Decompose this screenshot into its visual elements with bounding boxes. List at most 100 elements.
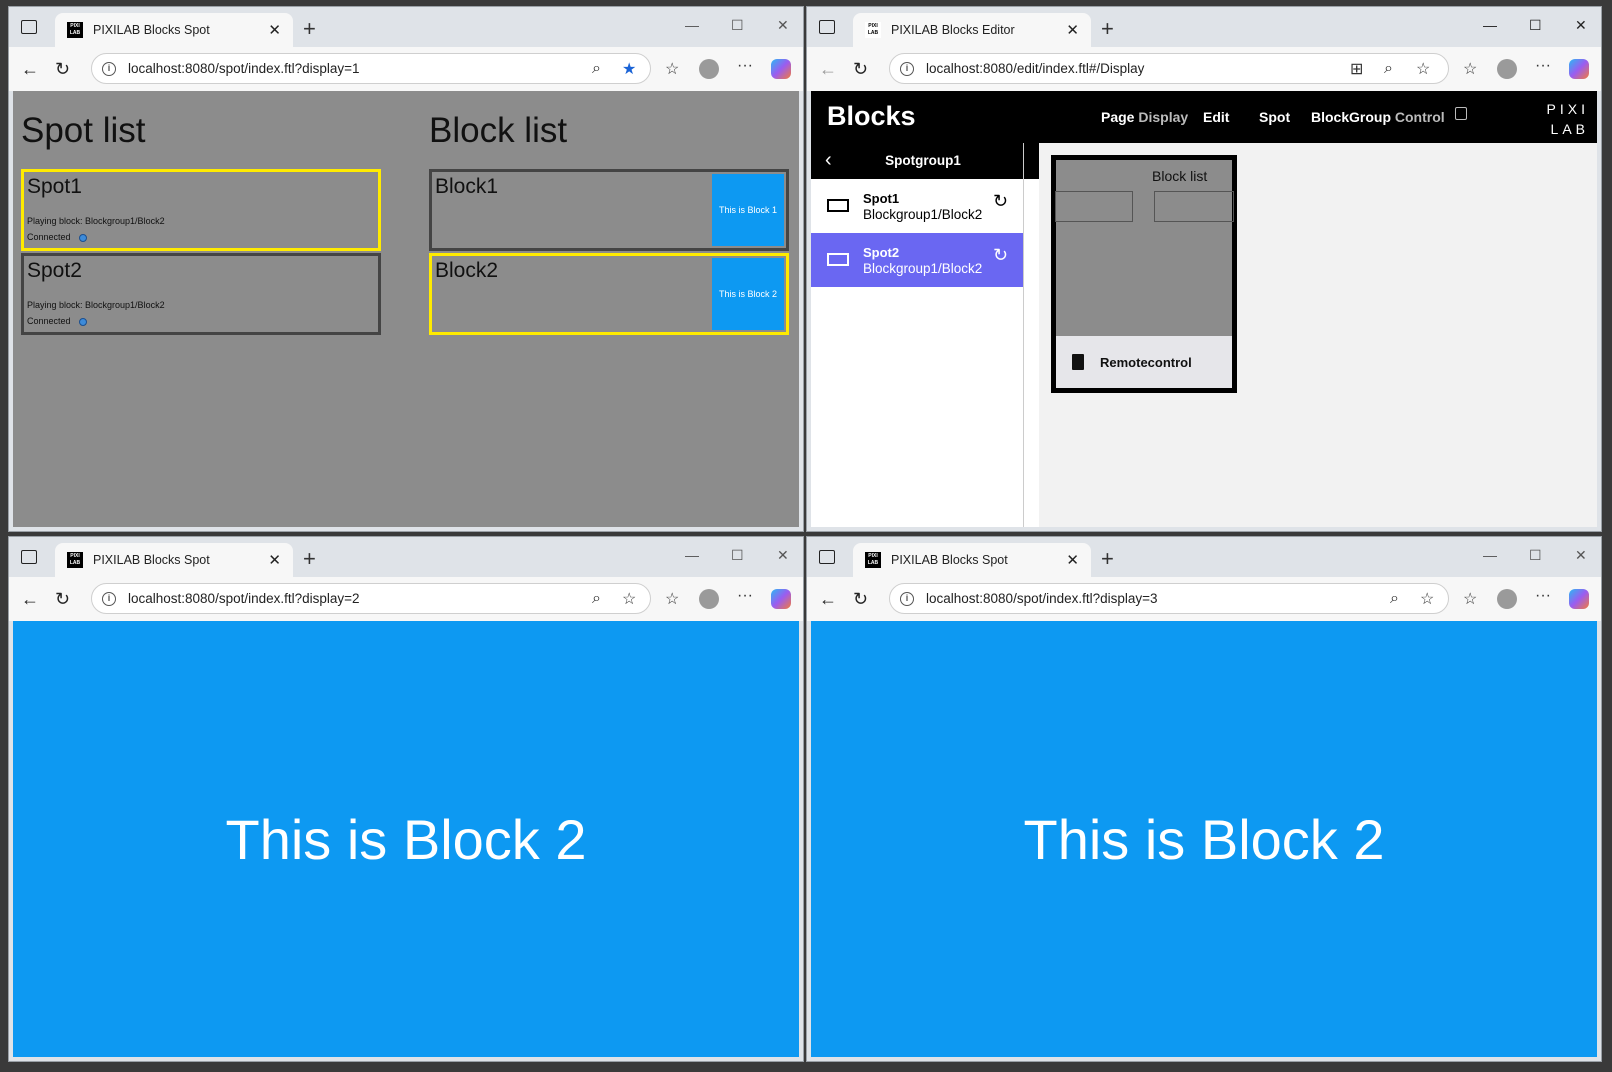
back-arrow-icon[interactable]: ← xyxy=(21,589,39,610)
site-info-icon[interactable]: i xyxy=(900,61,914,76)
site-info-icon[interactable]: i xyxy=(102,591,116,606)
more-menu-icon[interactable]: ··· xyxy=(737,57,753,75)
spot-item-block: Blockgroup1/Block2 xyxy=(863,207,983,222)
browser-tab[interactable]: PIXI LAB PIXILAB Blocks Spot ✕ xyxy=(853,543,1091,577)
browser-tab[interactable]: PIXI LAB PIXILAB Blocks Editor ✕ xyxy=(853,13,1091,47)
new-tab-icon[interactable]: + xyxy=(1101,16,1114,42)
sidebar-item-spot1[interactable]: Spot1 Blockgroup1/Block2 ↻ xyxy=(811,179,1023,233)
tab-actions-icon[interactable] xyxy=(819,550,835,564)
close-tab-icon[interactable]: ✕ xyxy=(268,21,281,39)
tab-bar: PIXI LAB PIXILAB Blocks Spot ✕ + — ☐ ✕ xyxy=(807,537,1601,577)
copilot-icon[interactable] xyxy=(1569,589,1589,609)
copilot-icon[interactable] xyxy=(771,589,791,609)
pixilab-brand: PIXI LAB xyxy=(1547,99,1589,139)
close-tab-icon[interactable]: ✕ xyxy=(1066,21,1079,39)
browser-tab[interactable]: PIXI LAB PIXILAB Blocks Spot ✕ xyxy=(55,543,293,577)
refresh-icon[interactable]: ↻ xyxy=(55,589,70,610)
new-tab-icon[interactable]: + xyxy=(1101,546,1114,572)
url-field[interactable]: i localhost:8080/spot/index.ftl?display=… xyxy=(889,583,1449,614)
back-arrow-icon[interactable]: ← xyxy=(819,589,837,610)
maximize-icon[interactable]: ☐ xyxy=(731,17,744,34)
maximize-icon[interactable]: ☐ xyxy=(1529,17,1542,34)
reload-icon[interactable]: ↻ xyxy=(993,191,1008,212)
profile-avatar[interactable] xyxy=(699,589,719,609)
back-arrow-icon[interactable]: ← xyxy=(21,59,39,80)
zoom-icon[interactable]: ⌕ xyxy=(592,590,601,608)
close-tab-icon[interactable]: ✕ xyxy=(268,551,281,569)
refresh-icon[interactable]: ↻ xyxy=(55,59,70,80)
spot-card-spot2[interactable]: Spot2 Playing block: Blockgroup1/Block2 … xyxy=(21,253,381,335)
nav-block[interactable]: Block xyxy=(1311,109,1349,125)
profile-avatar[interactable] xyxy=(699,59,719,79)
close-window-icon[interactable]: ✕ xyxy=(777,547,789,564)
favorite-star-icon[interactable]: ☆ xyxy=(622,589,636,609)
tab-bar: PIXI LAB PIXILAB Blocks Spot ✕ + — ☐ ✕ xyxy=(9,537,803,577)
copilot-icon[interactable] xyxy=(771,59,791,79)
copilot-icon[interactable] xyxy=(1569,59,1589,79)
remotecontrol-label: Remotecontrol xyxy=(1100,355,1192,370)
playing-block-text: Playing block: Blockgroup1/Block2 xyxy=(27,216,165,226)
remotecontrol-bar[interactable]: Remotecontrol xyxy=(1056,336,1232,388)
pixilab-favicon-icon: PIXI LAB xyxy=(67,22,83,38)
url-field[interactable]: i localhost:8080/edit/index.ftl#/Display… xyxy=(889,53,1449,84)
nav-page-display[interactable]: Page Display xyxy=(1101,109,1188,125)
minimize-icon[interactable]: — xyxy=(1483,547,1497,563)
close-window-icon[interactable]: ✕ xyxy=(1575,547,1587,564)
favorite-star-filled-icon[interactable]: ★ xyxy=(622,59,636,79)
address-bar-row: ← ↻ i localhost:8080/spot/index.ftl?disp… xyxy=(9,47,803,91)
site-info-icon[interactable]: i xyxy=(102,61,116,76)
connection-status: Connected xyxy=(27,232,87,242)
maximize-icon[interactable]: ☐ xyxy=(1529,547,1542,564)
tab-title: PIXILAB Blocks Editor xyxy=(891,23,1015,37)
favorite-star-icon[interactable]: ☆ xyxy=(1416,59,1430,79)
refresh-icon[interactable]: ↻ xyxy=(853,59,868,80)
new-tab-icon[interactable]: + xyxy=(303,546,316,572)
app-available-icon[interactable]: ⊞ xyxy=(1350,59,1363,79)
spot-card-spot1[interactable]: Spot1 Playing block: Blockgroup1/Block2 … xyxy=(21,169,381,251)
sidebar-item-spot2[interactable]: Spot2 Blockgroup1/Block2 ↻ xyxy=(811,233,1023,287)
url-field[interactable]: i localhost:8080/spot/index.ftl?display=… xyxy=(91,53,651,84)
lock-icon[interactable] xyxy=(1455,107,1467,120)
favorite-star-icon[interactable]: ☆ xyxy=(1420,589,1434,609)
favorites-icon[interactable]: ☆ xyxy=(1463,589,1477,609)
favorites-icon[interactable]: ☆ xyxy=(1463,59,1477,79)
minimize-icon[interactable]: — xyxy=(685,547,699,563)
block-card-block1[interactable]: Block1 This is Block 1 xyxy=(429,169,789,251)
site-info-icon[interactable]: i xyxy=(900,591,914,606)
profile-avatar[interactable] xyxy=(1497,589,1517,609)
scrollbar-header xyxy=(1023,143,1039,179)
reload-icon[interactable]: ↻ xyxy=(993,245,1008,266)
status-dot-icon xyxy=(78,233,87,242)
nav-group-control[interactable]: Group Control xyxy=(1349,109,1445,125)
more-menu-icon[interactable]: ··· xyxy=(737,587,753,605)
favorites-icon[interactable]: ☆ xyxy=(665,59,679,79)
tab-title: PIXILAB Blocks Spot xyxy=(891,553,1008,567)
close-tab-icon[interactable]: ✕ xyxy=(1066,551,1079,569)
sidebar-scrollbar[interactable] xyxy=(1023,179,1039,527)
zoom-icon[interactable]: ⌕ xyxy=(1390,590,1399,608)
refresh-icon[interactable]: ↻ xyxy=(853,589,868,610)
block-card-block2[interactable]: Block2 This is Block 2 xyxy=(429,253,789,335)
close-window-icon[interactable]: ✕ xyxy=(777,17,789,34)
back-arrow-icon[interactable]: ← xyxy=(819,59,837,80)
tab-actions-icon[interactable] xyxy=(21,550,37,564)
url-text: localhost:8080/edit/index.ftl#/Display xyxy=(926,61,1145,76)
more-menu-icon[interactable]: ··· xyxy=(1535,57,1551,75)
zoom-icon[interactable]: ⌕ xyxy=(592,60,601,78)
tab-actions-icon[interactable] xyxy=(819,20,835,34)
favorites-icon[interactable]: ☆ xyxy=(665,589,679,609)
browser-tab[interactable]: PIXI LAB PIXILAB Blocks Spot ✕ xyxy=(55,13,293,47)
maximize-icon[interactable]: ☐ xyxy=(731,547,744,564)
tab-actions-icon[interactable] xyxy=(21,20,37,34)
url-field[interactable]: i localhost:8080/spot/index.ftl?display=… xyxy=(91,583,651,614)
profile-avatar[interactable] xyxy=(1497,59,1517,79)
close-window-icon[interactable]: ✕ xyxy=(1575,17,1587,34)
more-menu-icon[interactable]: ··· xyxy=(1535,587,1551,605)
nav-spot[interactable]: Spot xyxy=(1259,109,1290,125)
new-tab-icon[interactable]: + xyxy=(303,16,316,42)
minimize-icon[interactable]: — xyxy=(1483,17,1497,33)
block-preview[interactable]: Block list Remotecontrol xyxy=(1051,155,1237,393)
zoom-icon[interactable]: ⌕ xyxy=(1384,60,1393,78)
minimize-icon[interactable]: — xyxy=(685,17,699,33)
nav-edit[interactable]: Edit xyxy=(1203,109,1229,125)
